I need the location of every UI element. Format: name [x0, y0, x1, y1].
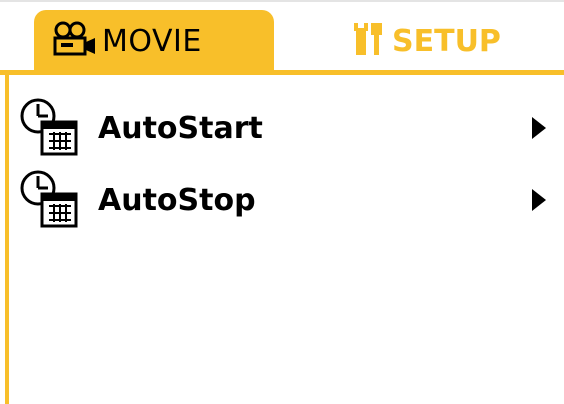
menu-item-label: AutoStart	[98, 110, 263, 146]
tab-setup-label: SETUP	[392, 23, 501, 59]
left-border	[5, 70, 9, 404]
menu-item-autostop[interactable]: AutoStop	[16, 164, 564, 236]
top-divider	[0, 0, 564, 2]
movie-camera-icon	[52, 21, 98, 61]
submenu-arrow-icon	[532, 189, 546, 211]
clock-calendar-icon	[16, 96, 80, 160]
tab-movie-label: MOVIE	[102, 23, 202, 59]
menu-item-label: AutoStop	[98, 182, 256, 218]
tab-setup[interactable]: SETUP	[352, 10, 552, 72]
tab-movie[interactable]: MOVIE	[34, 10, 274, 72]
menu-item-autostart[interactable]: AutoStart	[16, 92, 564, 164]
menu-list: AutoStart AutoStop	[16, 92, 564, 236]
tools-icon	[352, 21, 386, 61]
clock-calendar-icon	[16, 168, 80, 232]
tab-underline	[0, 70, 564, 75]
tab-bar: MOVIE SETUP	[0, 10, 564, 72]
submenu-arrow-icon	[532, 117, 546, 139]
